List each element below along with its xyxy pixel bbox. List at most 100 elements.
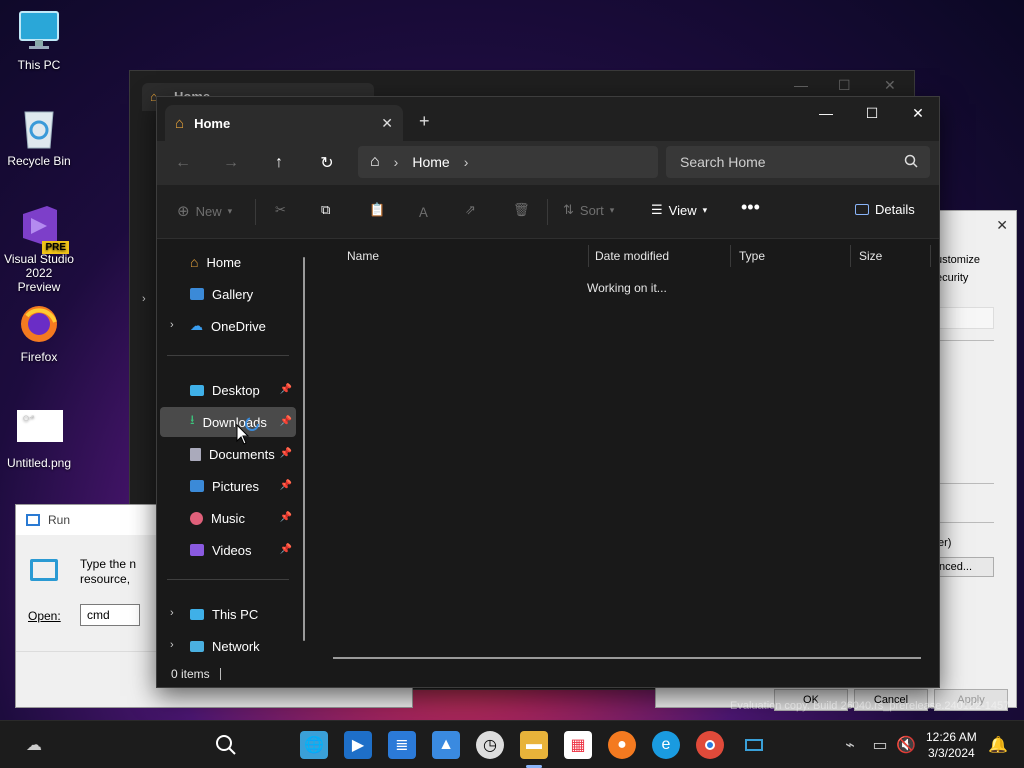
taskbar-clock[interactable]: 12:26 AM 3/3/2024 (926, 729, 977, 761)
sidebar-item-this-pc[interactable]: › This PC (160, 599, 296, 629)
taskbar-store[interactable]: ▦ (564, 731, 592, 759)
desktop-icon-untitled-png[interactable]: ○·ᵖ Untitled.png (4, 408, 74, 470)
refresh-button[interactable]: ↻ (313, 151, 341, 175)
item-count: 0 items (171, 667, 210, 681)
tray-volume-icon[interactable]: 🔇 (892, 731, 920, 759)
clock-time: 12:26 AM (926, 730, 977, 744)
desktop-icon-recycle-bin[interactable]: Recycle Bin (4, 106, 74, 168)
command-bar: ⊕ New ▾ ✂ ⧉ 📋 Ａ ⇗ 🗑 ⇅ Sort ▾ ☰ View ▾ ••… (157, 185, 939, 239)
run-open-input[interactable]: cmd (80, 604, 140, 626)
taskbar-photos[interactable]: ▲ (432, 731, 460, 759)
forward-button[interactable]: → (217, 151, 245, 175)
ellipsis-icon: ••• (741, 197, 760, 217)
sidebar-scrollbar[interactable] (303, 257, 305, 641)
taskbar-notepad[interactable]: ≣ (388, 731, 416, 759)
chevron-right-icon[interactable]: › (170, 639, 174, 651)
details-pane-icon (855, 204, 869, 215)
taskbar-app-1[interactable]: 🌐 (300, 731, 328, 759)
taskbar-clock-app[interactable]: ◷ (476, 731, 504, 759)
breadcrumb-home[interactable]: Home (412, 154, 449, 170)
desktop-icon-label: This PC (17, 58, 61, 72)
chevron-right-icon[interactable]: › (464, 154, 469, 170)
sidebar-item-desktop[interactable]: Desktop 📌 (160, 375, 296, 405)
taskbar-app-2[interactable]: ▶ (344, 731, 372, 759)
close-window-button[interactable]: ✕ (895, 97, 941, 129)
close-tab-icon[interactable]: ✕ (381, 115, 393, 132)
paste-button[interactable]: 📋 (369, 202, 385, 218)
taskbar-file-explorer[interactable]: ▬ (520, 731, 548, 759)
new-tab-button[interactable]: + (419, 111, 430, 132)
sidebar-item-music[interactable]: Music 📌 (160, 503, 296, 533)
advanced-button[interactable]: nced... (936, 557, 994, 577)
sidebar-item-documents[interactable]: Documents 📌 (160, 439, 296, 469)
notification-bell-icon[interactable]: 🔔 (984, 731, 1012, 759)
column-header-type[interactable]: Type (731, 245, 851, 267)
cut-button[interactable]: ✂ (275, 202, 286, 218)
more-options-button[interactable]: ••• (741, 197, 760, 218)
documents-icon (190, 447, 201, 461)
new-button[interactable]: ⊕ New ▾ (177, 202, 232, 220)
tab-bar: ⌂ Home ✕ + — ☐ ✕ (157, 97, 939, 141)
separator (547, 199, 548, 225)
rename-button[interactable]: Ａ (417, 202, 430, 221)
tray-display-icon[interactable]: ▭ (866, 731, 894, 759)
props-close-icon[interactable]: ✕ (996, 217, 1008, 234)
sidebar-item-pictures[interactable]: Pictures 📌 (160, 471, 296, 501)
address-bar[interactable]: ⌂ › Home › (358, 146, 658, 178)
loading-message: Working on it... (587, 281, 667, 295)
widgets-button[interactable]: ☁ (20, 731, 48, 759)
taskbar: ☁ 🌐 ▶ ≣ ▲ ◷ ▬ ▦ ● e ⌁ ▭ 🔇 12:26 AM 3/3/2… (0, 720, 1024, 768)
sidebar-item-home[interactable]: ⌂ Home (160, 247, 296, 277)
column-header-name[interactable]: Name (339, 245, 589, 267)
chevron-right-icon[interactable]: › (170, 319, 174, 331)
view-button[interactable]: ☰ View ▾ (651, 202, 707, 218)
run-icon (745, 739, 763, 751)
file-explorer-window[interactable]: ⌂ Home ✕ + — ☐ ✕ ← → ↑ ↻ ⌂ › Home › Sear… (156, 96, 940, 688)
horizontal-scrollbar[interactable] (333, 657, 921, 659)
desktop-icon-firefox[interactable]: Firefox (4, 302, 74, 364)
up-button[interactable]: ↑ (265, 151, 293, 175)
navigation-pane[interactable]: ⌂ Home Gallery › ☁ OneDrive Desktop 📌 ⭳ … (157, 239, 313, 659)
sidebar-item-videos[interactable]: Videos 📌 (160, 535, 296, 565)
pictures-icon (190, 480, 204, 492)
view-icon: ☰ (651, 202, 663, 217)
sidebar-item-onedrive[interactable]: › ☁ OneDrive (160, 311, 296, 341)
desktop-icon-this-pc[interactable]: This PC (4, 10, 74, 72)
props-item-security[interactable]: ecurity (936, 272, 968, 284)
sidebar-item-downloads[interactable]: ⭳ Downloads 📌 (160, 407, 296, 437)
sort-button[interactable]: ⇅ Sort ▾ (563, 202, 614, 218)
chevron-right-icon[interactable]: › (170, 607, 174, 619)
search-icon (904, 154, 918, 171)
sidebar-item-gallery[interactable]: Gallery (160, 279, 296, 309)
taskbar-edge[interactable]: e (652, 731, 680, 759)
sidebar-item-network[interactable]: › Network (160, 631, 296, 661)
back-button[interactable]: ← (169, 151, 197, 175)
maximize-button[interactable]: ☐ (849, 97, 895, 129)
share-button[interactable]: ⇗ (465, 202, 476, 218)
props-item-customize[interactable]: ustomize (936, 254, 980, 266)
network-icon (190, 640, 204, 652)
column-header-date-modified[interactable]: Date modified (587, 245, 731, 267)
delete-button[interactable]: 🗑 (513, 202, 530, 218)
props-line (936, 340, 994, 341)
chevron-down-icon: ▾ (227, 205, 233, 216)
taskbar-firefox[interactable]: ● (608, 731, 636, 759)
file-list[interactable]: Name Date modified Type Size Working on … (315, 239, 939, 659)
taskbar-chrome[interactable] (696, 731, 724, 759)
details-pane-button[interactable]: Details (855, 202, 915, 217)
share-icon: ⇗ (465, 202, 476, 217)
tab-home[interactable]: ⌂ Home ✕ (165, 105, 403, 141)
desktop-icon-visual-studio[interactable]: PRE Visual Studio 2022 Preview (4, 204, 74, 294)
props-line (936, 522, 994, 523)
column-header-size[interactable]: Size (851, 245, 931, 267)
edge-icon: e (661, 736, 671, 753)
minimize-button[interactable]: — (803, 97, 849, 129)
search-input[interactable]: Search Home (666, 146, 930, 178)
notepad-icon: ≣ (395, 737, 409, 754)
search-button[interactable] (212, 731, 240, 759)
this-pc-icon (190, 608, 204, 620)
status-divider (219, 668, 221, 680)
copy-button[interactable]: ⧉ (321, 202, 330, 218)
tray-network-icon[interactable]: ⌁ (836, 731, 864, 759)
taskbar-run[interactable] (740, 731, 768, 759)
